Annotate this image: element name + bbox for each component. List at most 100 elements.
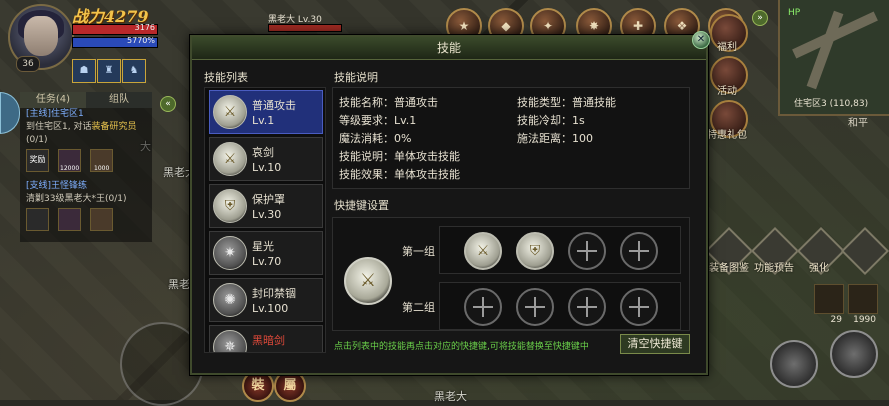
quest-rewards: 奖励 12000 1000: [20, 147, 152, 172]
feature-preview-label: 功能预告: [754, 263, 794, 274]
info-cast-range: 施法距离：100: [517, 132, 593, 145]
shortcut-slot-empty[interactable]: [464, 288, 502, 326]
info-level-req: 等级要求：Lv.1: [339, 114, 417, 127]
activity-label: 活动: [717, 86, 737, 97]
peace-mode-toggle[interactable]: 和平: [848, 114, 868, 129]
skill-info-box: 技能名称：普通攻击 等级要求：Lv.1 魔法消耗：0% 技能说明：单体攻击技能 …: [332, 87, 690, 189]
reward-item[interactable]: 1000: [90, 149, 114, 172]
branch-rewards: [20, 206, 152, 231]
shortcut-group-two: [439, 282, 681, 330]
shortcut-slot-empty[interactable]: [516, 288, 554, 326]
reward-label-text: 奖励: [29, 155, 46, 164]
avatar-face: [24, 16, 58, 56]
shortcut-slot-sword-wing-icon[interactable]: ⚔: [464, 232, 502, 270]
reward-count: 1000: [94, 165, 110, 172]
shortcut-slot-empty[interactable]: [568, 232, 606, 270]
branch-quest-body[interactable]: 清剿33级黑老大*王(0/1): [20, 193, 152, 206]
main-quest-text: 到住宅区1, 对话: [26, 122, 92, 132]
plus-icon: [638, 297, 640, 317]
plus-icon: [534, 297, 536, 317]
info-skill-name: 技能名称：普通攻击: [339, 96, 438, 109]
shortcut-group-one: ⚔ ⛨: [439, 226, 681, 274]
skill-level: Lv.70: [252, 255, 282, 268]
reward-count: 12000: [60, 165, 80, 172]
minimap[interactable]: HP 住宅区3 (110,83): [778, 0, 889, 116]
consumable-slot[interactable]: 1990: [848, 284, 878, 325]
enhance-label: 强化: [809, 263, 829, 274]
branch-quest-title[interactable]: [支线]王怪锋练: [20, 180, 152, 193]
skill-item-shield[interactable]: ⛨ 保护罩 Lv.30: [209, 184, 323, 228]
consumable-count: 1990: [853, 315, 876, 325]
shortcut-slot-empty[interactable]: [620, 232, 658, 270]
group-one-label: 第一组: [402, 245, 435, 258]
clear-shortcuts-button[interactable]: 清空快捷键: [620, 334, 690, 354]
skill-item-sorrow-sword[interactable]: ⚔ 哀剑 Lv.10: [209, 137, 323, 181]
skill-item-seal-bind[interactable]: ✺ 封印禁锢 Lv.100: [209, 278, 323, 322]
shortcut-slot-empty[interactable]: [568, 288, 606, 326]
hp-text: 3176: [134, 23, 155, 32]
dialog-title: 技能: [192, 37, 706, 60]
target-hp-bar: [268, 24, 342, 32]
player-level-badge: 36: [16, 56, 40, 72]
skill-item-starlight[interactable]: ✷ 星光 Lv.70: [209, 231, 323, 275]
plus-icon: [586, 241, 588, 261]
skill-item-dark-sword[interactable]: ✵ 黑暗剑: [209, 325, 323, 352]
reward-item[interactable]: [90, 208, 114, 231]
minimap-hp: HP: [788, 8, 801, 18]
npc-name: 黑老大: [434, 390, 467, 403]
shield-icon: ⛨: [213, 189, 247, 223]
info-mana-cost: 魔法消耗：0%: [339, 132, 412, 145]
plus-icon: [638, 241, 640, 261]
welfare-label: 福利: [717, 42, 737, 53]
reward-item[interactable]: [58, 208, 82, 231]
minimap-location: 住宅区3 (110,83): [794, 99, 869, 109]
main-quest-progress: (0/1): [26, 135, 48, 145]
skill-list[interactable]: ⚔ 普通攻击 Lv.1 ⚔ 哀剑 Lv.10 ⛨ 保护罩 Lv.30 ✷ 星光 …: [204, 87, 326, 353]
starlight-icon: ✷: [213, 236, 247, 270]
main-quest-title[interactable]: [主线]住宅区1: [20, 108, 152, 121]
skill-info-title: 技能说明: [334, 71, 378, 84]
reward-label: 奖励: [26, 149, 49, 172]
quest-tabs: 任务(4) 组队: [20, 92, 152, 108]
sword-icon: ⚔: [213, 95, 247, 129]
plus-icon: [482, 297, 484, 317]
mp-text: 5770%: [127, 36, 155, 45]
quick-skill-button[interactable]: [770, 340, 818, 388]
skill-list-title: 技能列表: [204, 71, 248, 84]
shortcut-slot-empty[interactable]: [620, 288, 658, 326]
skill-level: Lv.30: [252, 208, 282, 221]
seal-icon: ✺: [213, 283, 247, 317]
consumable-slot[interactable]: 29: [814, 284, 844, 325]
skill-name: 封印禁锢: [252, 287, 296, 300]
info-effect: 技能效果：单体攻击技能: [339, 168, 460, 181]
buff-icon[interactable]: ☗: [72, 59, 96, 83]
buff-icon[interactable]: ♞: [122, 59, 146, 83]
dark-sword-icon: ✵: [213, 330, 247, 352]
skill-level: Lv.1: [252, 114, 275, 127]
selected-skill-sword-icon[interactable]: ⚔: [344, 257, 392, 305]
shortcut-hint: 点击列表中的技能再点击对应的快捷键,可将技能替换至快捷键中: [334, 342, 589, 352]
skill-name: 普通攻击: [252, 99, 296, 112]
info-cooldown: 技能冷却：1s: [517, 114, 585, 127]
buff-icon[interactable]: ♜: [97, 59, 121, 83]
equipment-book-label: 装备图鉴: [709, 263, 749, 274]
quest-panel: 任务(4) 组队 [主线]住宅区1 到住宅区1, 对话装备研究员 (0/1) 奖励…: [20, 92, 152, 242]
quick-skill-button[interactable]: [830, 330, 878, 378]
skill-name: 哀剑: [252, 146, 274, 159]
main-quest-body[interactable]: 到住宅区1, 对话装备研究员 (0/1): [20, 121, 152, 147]
skill-item-normal-attack[interactable]: ⚔ 普通攻击 Lv.1: [209, 90, 323, 134]
shortcut-slot-shield-icon[interactable]: ⛨: [516, 232, 554, 270]
collapse-quest-icon[interactable]: «: [160, 96, 176, 112]
shortcut-title: 快捷键设置: [334, 199, 389, 212]
skill-name: 星光: [252, 240, 274, 253]
tab-quest[interactable]: 任务(4): [20, 92, 86, 108]
group-two-label: 第二组: [402, 301, 435, 314]
mp-bar: 5770%: [72, 36, 158, 48]
skill-name: 保护罩: [252, 193, 285, 206]
close-icon[interactable]: ✕: [692, 31, 710, 49]
info-description: 技能说明：单体攻击技能: [339, 150, 460, 163]
tab-team[interactable]: 组队: [86, 92, 152, 108]
expand-menu-icon[interactable]: »: [752, 10, 768, 26]
reward-item[interactable]: [26, 208, 49, 231]
reward-item[interactable]: 12000: [58, 149, 82, 172]
